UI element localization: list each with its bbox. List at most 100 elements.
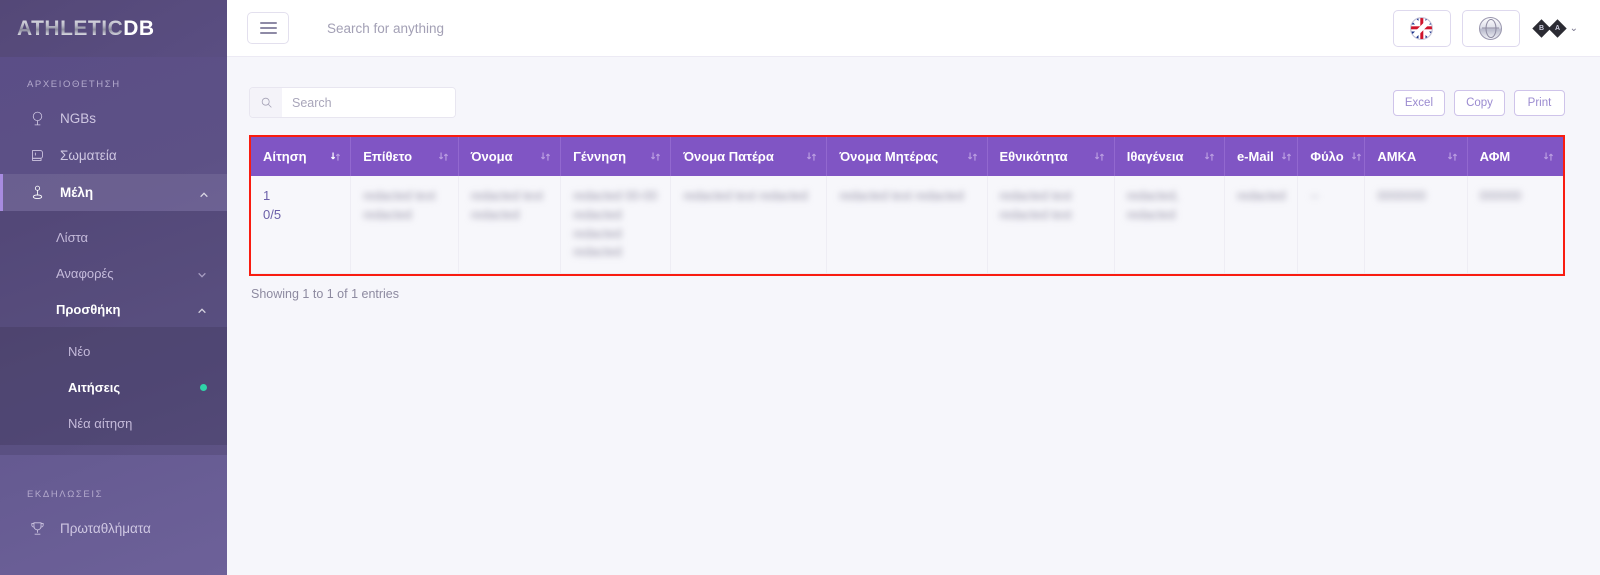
export-copy-button[interactable]: Copy xyxy=(1454,89,1505,116)
global-search-input[interactable] xyxy=(327,20,647,36)
app-logo[interactable]: ATHLETICDB xyxy=(0,0,227,57)
redacted-value: redacted text redacted text xyxy=(999,189,1072,222)
column-header-epitheto[interactable]: Επίθετο xyxy=(350,137,459,176)
avatar-secondary: A xyxy=(1547,18,1567,38)
sidebar-section-archive-title: ΑΡΧΕΙΟΘΕΤΗΣΗ xyxy=(27,79,121,90)
sort-icon[interactable] xyxy=(1280,150,1293,163)
sidebar-item-somateia[interactable]: Σωματεία xyxy=(0,137,227,174)
sidebar-item-ngbs[interactable]: NGBs xyxy=(0,100,227,137)
redacted-value: redacted, redacted xyxy=(1126,189,1179,222)
sidebar-subitem-label: Αιτήσεις xyxy=(68,379,121,395)
column-header-onoma-patera[interactable]: Όνομα Πατέρα xyxy=(670,137,828,176)
sort-icon[interactable] xyxy=(1093,150,1106,163)
sidebar-item-label: Σωματεία xyxy=(60,148,117,163)
cell-ithageneia: redacted, redacted xyxy=(1114,176,1225,274)
sort-icon[interactable] xyxy=(437,150,450,163)
sort-icon[interactable] xyxy=(1350,150,1363,163)
table-body: 1 0/5 redacted text redacted redacted te… xyxy=(251,176,1563,274)
column-header-aitisi[interactable]: Αίτηση xyxy=(251,137,352,176)
menu-toggle-button[interactable] xyxy=(247,12,289,44)
redacted-value: redacted xyxy=(1236,189,1286,203)
column-label: Όνομα Μητέρας xyxy=(839,149,939,164)
redacted-value: redacted 00-00 redacted redacted redacte… xyxy=(573,189,658,260)
chevron-down-icon: ⌄ xyxy=(1569,22,1578,34)
sort-icon[interactable] xyxy=(1542,150,1555,163)
language-selector-button[interactable] xyxy=(1392,9,1451,47)
sidebar-nav: ΑΡΧΕΙΟΘΕΤΗΣΗ NGBs Σωματεία Μέλη Λίστα Αν… xyxy=(0,57,227,575)
column-header-amka[interactable]: ΑΜΚΑ xyxy=(1364,137,1468,176)
column-header-onoma-miteras[interactable]: Όνομα Μητέρας xyxy=(826,137,988,176)
hamburger-icon-line xyxy=(259,32,277,34)
sidebar-subitem-anafores[interactable]: Αναφορές xyxy=(0,255,227,291)
cell-epitheto: redacted text redacted xyxy=(350,176,459,274)
column-label: Όνομα xyxy=(470,149,513,164)
column-header-email[interactable]: e-Mail xyxy=(1224,137,1299,176)
column-label: ΑΦΜ xyxy=(1479,149,1511,164)
sidebar-item-label: Πρωταθλήματα xyxy=(60,521,151,536)
column-label: ΑΜΚΑ xyxy=(1377,149,1417,164)
sidebar-subitem-lista[interactable]: Λίστα xyxy=(0,219,227,255)
topbar-actions: B A ⌄ xyxy=(1392,9,1578,47)
chevron-up-icon xyxy=(199,188,209,198)
sort-icon[interactable] xyxy=(329,150,342,163)
search-icon xyxy=(250,88,282,117)
export-buttons: Excel Copy Print xyxy=(1392,89,1565,116)
export-excel-button[interactable]: Excel xyxy=(1392,89,1445,116)
table-row[interactable]: 1 0/5 redacted text redacted redacted te… xyxy=(251,176,1563,274)
table-entries-info: Showing 1 to 1 of 1 entries xyxy=(251,287,400,301)
main-area: B A ⌄ Excel Copy Print xyxy=(227,0,1600,575)
sort-icon[interactable] xyxy=(966,150,979,163)
hamburger-icon-line xyxy=(259,27,277,29)
sidebar-subitem-label: Νέο xyxy=(68,343,91,359)
redacted-value: redacted text redacted xyxy=(470,189,544,222)
column-header-ithageneia[interactable]: Ιθαγένεια xyxy=(1114,137,1225,176)
sidebar-subitem-label: Λίστα xyxy=(56,229,89,245)
sidebar-submenu-meli: Λίστα Αναφορές Προσθήκη Νέο Αιτήσεις Νέα… xyxy=(0,211,227,455)
column-header-gennisi[interactable]: Γέννηση xyxy=(560,137,672,176)
cell-afm: 000000 xyxy=(1467,176,1563,274)
table-toolbar: Excel Copy Print xyxy=(249,87,1565,118)
logo-text-secondary: DB xyxy=(123,16,155,40)
sort-icon[interactable] xyxy=(1203,150,1216,163)
table-search-input[interactable] xyxy=(282,88,455,117)
column-label: Όνομα Πατέρα xyxy=(683,149,774,164)
cell-aitisi: 1 0/5 xyxy=(251,176,352,274)
app-root: ATHLETICDB ΑΡΧΕΙΟΘΕΤΗΣΗ NGBs Σωματεία Μέ… xyxy=(0,0,1600,575)
sort-icon[interactable] xyxy=(1446,150,1459,163)
sidebar-subitem-aitiseis[interactable]: Αιτήσεις xyxy=(0,369,227,405)
column-header-afm[interactable]: ΑΦΜ xyxy=(1467,137,1563,176)
user-menu[interactable]: B A ⌄ xyxy=(1531,18,1578,38)
member-icon xyxy=(27,183,47,203)
sort-icon[interactable] xyxy=(805,150,818,163)
sidebar-subitem-label: Αναφορές xyxy=(56,265,114,281)
sidebar-subitem-prosthiki[interactable]: Προσθήκη xyxy=(0,291,227,327)
cell-email: redacted xyxy=(1224,176,1299,274)
export-print-button[interactable]: Print xyxy=(1514,89,1565,116)
sort-icon[interactable] xyxy=(539,150,552,163)
column-header-ethnikotita[interactable]: Εθνικότητα xyxy=(987,137,1115,176)
column-header-fylo[interactable]: Φύλο xyxy=(1297,137,1366,176)
globe-selector-button[interactable] xyxy=(1461,9,1520,47)
column-header-onoma[interactable]: Όνομα xyxy=(458,137,562,176)
cell-onoma: redacted text redacted xyxy=(458,176,562,274)
sidebar-subitem-nea-aitisi[interactable]: Νέα αίτηση xyxy=(0,405,227,441)
column-label: Επίθετο xyxy=(363,149,413,164)
sidebar-item-protathlimata[interactable]: Πρωταθλήματα xyxy=(0,510,227,547)
sidebar-item-label: NGBs xyxy=(60,111,97,126)
table-search[interactable] xyxy=(249,87,456,118)
redacted-value: 0000000 xyxy=(1377,189,1426,203)
sidebar-subitem-neo[interactable]: Νέο xyxy=(0,333,227,369)
globe-icon xyxy=(27,109,47,129)
sidebar-item-meli[interactable]: Μέλη xyxy=(0,174,227,211)
uk-flag-icon xyxy=(1410,16,1434,40)
table-header-row: Αίτηση Επίθετο Όνομα Γέννηση Όνομα Πατέρ… xyxy=(251,137,1563,176)
applications-table: Αίτηση Επίθετο Όνομα Γέννηση Όνομα Πατέρ… xyxy=(251,137,1563,274)
logo-text-primary: ATHLETIC xyxy=(17,16,124,40)
sort-icon[interactable] xyxy=(649,150,662,163)
redacted-value: redacted text redacted xyxy=(363,189,436,222)
cell-fylo: -- xyxy=(1297,176,1366,274)
column-label: Φύλο xyxy=(1310,149,1344,164)
top-header: B A ⌄ xyxy=(227,0,1600,57)
sidebar-subitem-label: Προσθήκη xyxy=(56,301,121,317)
sidebar-divider xyxy=(0,455,227,467)
